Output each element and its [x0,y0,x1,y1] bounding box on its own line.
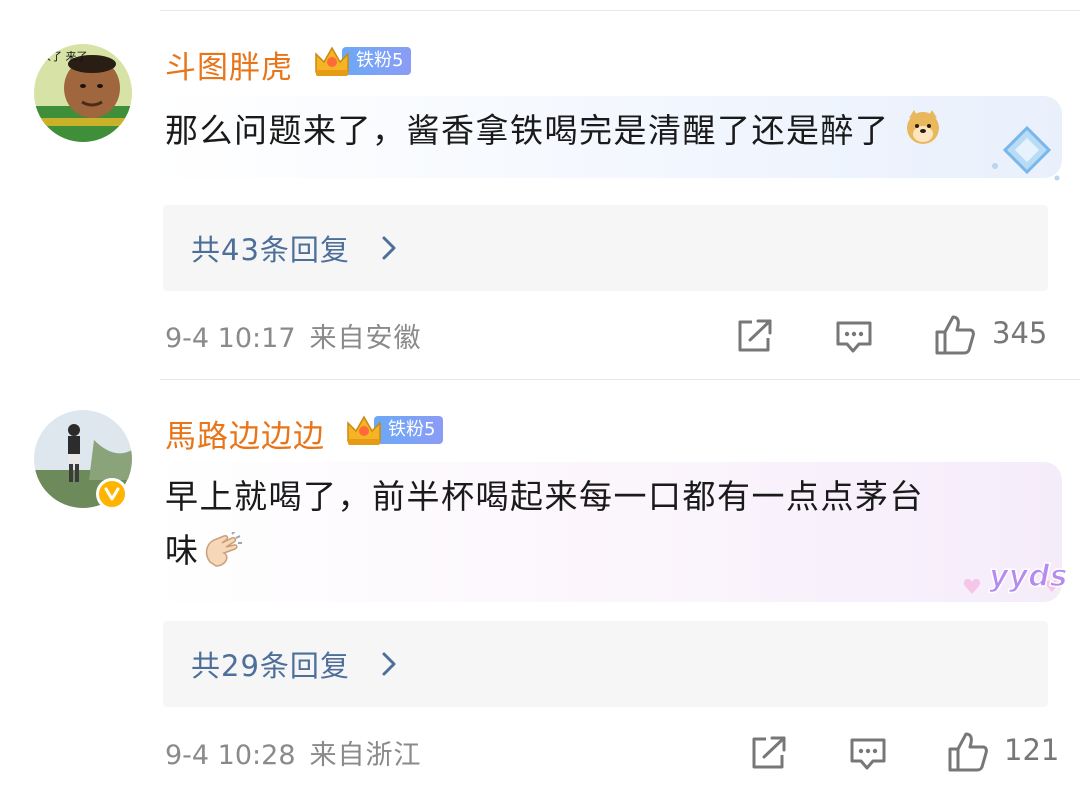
username[interactable]: 馬路边边边 [165,411,325,456]
comment-icon[interactable] [849,737,887,771]
chevron-right-icon [382,652,396,676]
like-count: 121 [1004,733,1060,767]
comment-text: 早上就喝了，前半杯喝起来每一口都有一点点茅台 味 [165,470,924,578]
yyds-sticker-icon: yyds [963,558,1067,595]
replies-count-label: 共29条回复 [191,649,350,683]
verified-badge-icon [96,478,128,510]
crown-icon [315,46,349,76]
clap-emoji-icon [205,530,242,567]
timestamp: 9-4 10:28 [165,740,296,771]
fan-badge-label: 铁粉5 [374,416,444,444]
crown-icon [347,415,381,445]
comment-meta: 9-4 10:28 来自浙江 [165,733,422,772]
location: 来自浙江 [309,740,422,771]
comment-text-content: 味 [165,531,200,570]
comment-text-line-2: 味 [165,524,924,578]
thumbs-up-icon[interactable] [947,731,989,773]
comment-item: 馬路边边边 铁粉5 早上就喝了，前半杯喝起来每一口都有一点点茅台 味 yyds … [0,0,1080,791]
replies-link[interactable]: 共29条回复 [163,621,1048,707]
fan-badge[interactable]: 铁粉5 [344,415,444,445]
comment-text-line: 早上就喝了，前半杯喝起来每一口都有一点点茅台 [165,477,924,516]
yyds-sticker-label: yyds [989,559,1067,594]
share-icon[interactable] [750,735,788,771]
